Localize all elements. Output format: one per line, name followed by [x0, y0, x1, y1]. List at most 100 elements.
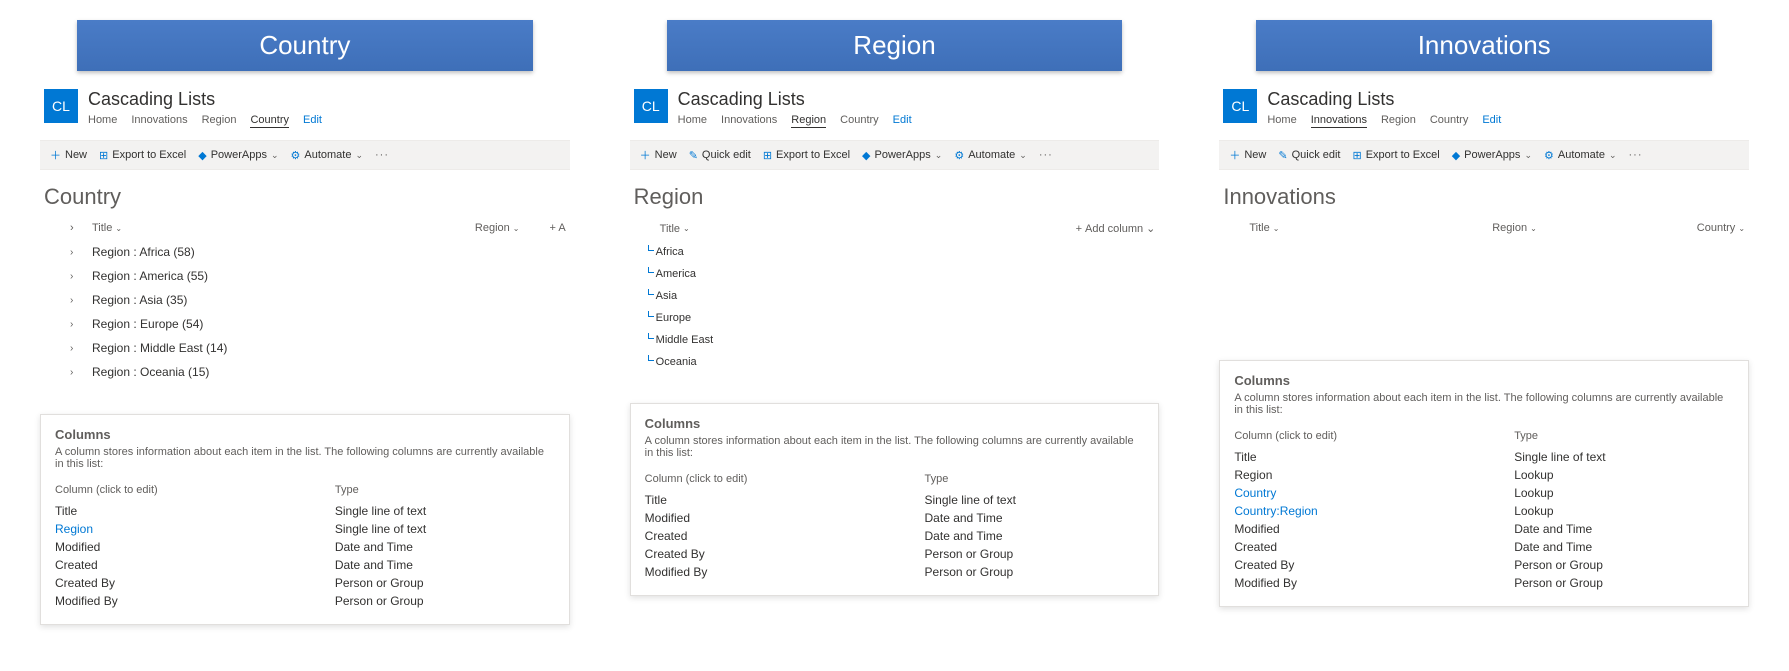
- column-name[interactable]: Region: [1234, 466, 1454, 484]
- banner-region: Region: [667, 20, 1123, 71]
- nav-innovations[interactable]: Innovations: [721, 114, 777, 128]
- list-item[interactable]: Oceania: [630, 351, 1160, 373]
- site-title[interactable]: Cascading Lists: [678, 89, 912, 110]
- col-add[interactable]: + A: [549, 222, 565, 234]
- column-name[interactable]: Modified By: [1234, 574, 1454, 592]
- nav-region[interactable]: Region: [1381, 114, 1416, 128]
- cmd-more[interactable]: ···: [1629, 149, 1643, 161]
- cmd-new[interactable]: ＋New: [1229, 147, 1266, 163]
- column-name[interactable]: Title: [55, 502, 275, 520]
- nav-edit[interactable]: Edit: [893, 114, 912, 128]
- column-type: Person or Group: [335, 574, 555, 592]
- column-name[interactable]: Country:Region: [1234, 502, 1454, 520]
- cmd-more[interactable]: ···: [375, 149, 389, 161]
- column-name[interactable]: Created: [645, 527, 865, 545]
- nav-region[interactable]: Region: [202, 114, 237, 128]
- cmd-powerapps[interactable]: ◆PowerApps⌄: [1452, 149, 1532, 162]
- column-name[interactable]: Modified: [645, 509, 865, 527]
- nav-home[interactable]: Home: [1267, 114, 1296, 128]
- nav-home[interactable]: Home: [88, 114, 117, 128]
- col-name-header: Column (click to edit): [55, 484, 275, 496]
- nav-innovations[interactable]: Innovations: [1311, 114, 1367, 128]
- nav-region[interactable]: Region: [791, 114, 826, 128]
- cmd-automate[interactable]: ⚙Automate⌄: [1544, 149, 1617, 162]
- group-row[interactable]: ›Region : Middle East (14): [40, 336, 570, 360]
- group-row[interactable]: ›Region : Oceania (15): [40, 360, 570, 384]
- cmd-quickedit[interactable]: ✎Quick edit: [1278, 149, 1340, 162]
- nav-edit[interactable]: Edit: [303, 114, 322, 128]
- cmd-powerapps[interactable]: ◆PowerApps⌄: [862, 149, 942, 162]
- site-icon[interactable]: CL: [1223, 89, 1257, 123]
- chevron-right-icon: ›: [70, 343, 82, 354]
- chevron-down-icon: ⌄: [271, 150, 279, 161]
- command-bar: ＋New ✎Quick edit ⊞Export to Excel ◆Power…: [1219, 140, 1749, 170]
- column-name[interactable]: Modified: [55, 538, 275, 556]
- column-name[interactable]: Created: [55, 556, 275, 574]
- site-header: CL Cascading Lists Home Innovations Regi…: [40, 89, 570, 132]
- column-name[interactable]: Created: [1234, 538, 1454, 556]
- add-column[interactable]: + Add column ⌄: [1076, 222, 1156, 235]
- column-name[interactable]: Modified By: [645, 563, 865, 581]
- cmd-export[interactable]: ⊞Export to Excel: [763, 149, 850, 162]
- site-title[interactable]: Cascading Lists: [88, 89, 322, 110]
- list-item[interactable]: Asia: [630, 285, 1160, 307]
- column-type: Single line of text: [1514, 448, 1734, 466]
- list-item[interactable]: Europe: [630, 307, 1160, 329]
- site-title[interactable]: Cascading Lists: [1267, 89, 1501, 110]
- group-row[interactable]: ›Region : America (55): [40, 264, 570, 288]
- list-item[interactable]: Middle East: [630, 329, 1160, 351]
- cmd-export[interactable]: ⊞Export to Excel: [1353, 149, 1440, 162]
- columns-desc: A column stores information about each i…: [645, 435, 1145, 459]
- site-icon[interactable]: CL: [634, 89, 668, 123]
- nav-home[interactable]: Home: [678, 114, 707, 128]
- column-name[interactable]: Created By: [645, 545, 865, 563]
- plus-icon: ＋: [1229, 147, 1240, 163]
- col-title[interactable]: Title⌄: [92, 222, 122, 234]
- column-name[interactable]: Title: [1234, 448, 1454, 466]
- chevron-right-icon: ›: [70, 295, 82, 306]
- expand-all-icon[interactable]: ›: [70, 222, 82, 234]
- list-item[interactable]: America: [630, 263, 1160, 285]
- cmd-export[interactable]: ⊞Export to Excel: [99, 149, 186, 162]
- col-region[interactable]: Region⌄: [1492, 222, 1537, 234]
- list-item[interactable]: Africa: [630, 241, 1160, 263]
- nav-innovations[interactable]: Innovations: [131, 114, 187, 128]
- chevron-down-icon: ⌄: [1273, 224, 1280, 233]
- column-name[interactable]: Modified: [1234, 520, 1454, 538]
- column-name[interactable]: Region: [55, 520, 275, 538]
- column-name[interactable]: Modified By: [55, 592, 275, 610]
- column-name[interactable]: Created By: [55, 574, 275, 592]
- chevron-right-icon: ›: [70, 319, 82, 330]
- cmd-quickedit[interactable]: ✎Quick edit: [689, 149, 751, 162]
- site-icon[interactable]: CL: [44, 89, 78, 123]
- cmd-new[interactable]: ＋New: [640, 147, 677, 163]
- col-region[interactable]: Region⌄: [475, 222, 520, 234]
- command-bar: ＋New ✎Quick edit ⊞Export to Excel ◆Power…: [630, 140, 1160, 170]
- group-row[interactable]: ›Region : Asia (35): [40, 288, 570, 312]
- column-type: Lookup: [1514, 466, 1734, 484]
- group-row[interactable]: ›Region : Europe (54): [40, 312, 570, 336]
- column-name[interactable]: Country: [1234, 484, 1454, 502]
- cmd-automate[interactable]: ⚙Automate⌄: [954, 149, 1027, 162]
- column-name[interactable]: Title: [645, 491, 865, 509]
- chevron-down-icon: ⌄: [355, 150, 363, 161]
- nav-country[interactable]: Country: [250, 114, 289, 128]
- group-row[interactable]: ›Region : Africa (58): [40, 240, 570, 264]
- chevron-right-icon: ›: [70, 271, 82, 282]
- cmd-new[interactable]: ＋New: [50, 147, 87, 163]
- nav-country[interactable]: Country: [1430, 114, 1469, 128]
- col-title[interactable]: Title⌄: [1249, 222, 1279, 234]
- column-name[interactable]: Created By: [1234, 556, 1454, 574]
- cmd-powerapps[interactable]: ◆PowerApps⌄: [198, 149, 278, 162]
- column-type: Single line of text: [335, 520, 555, 538]
- col-title[interactable]: Title⌄: [660, 223, 690, 235]
- nav-edit[interactable]: Edit: [1482, 114, 1501, 128]
- nav-country[interactable]: Country: [840, 114, 879, 128]
- flow-icon: ⚙: [291, 149, 301, 162]
- column-type: Date and Time: [1514, 520, 1734, 538]
- cmd-automate[interactable]: ⚙Automate⌄: [291, 149, 364, 162]
- columns-heading: Columns: [645, 416, 1145, 431]
- chevron-down-icon: ⌄: [115, 224, 122, 233]
- cmd-more[interactable]: ···: [1039, 149, 1053, 161]
- col-country[interactable]: Country⌄: [1697, 222, 1745, 234]
